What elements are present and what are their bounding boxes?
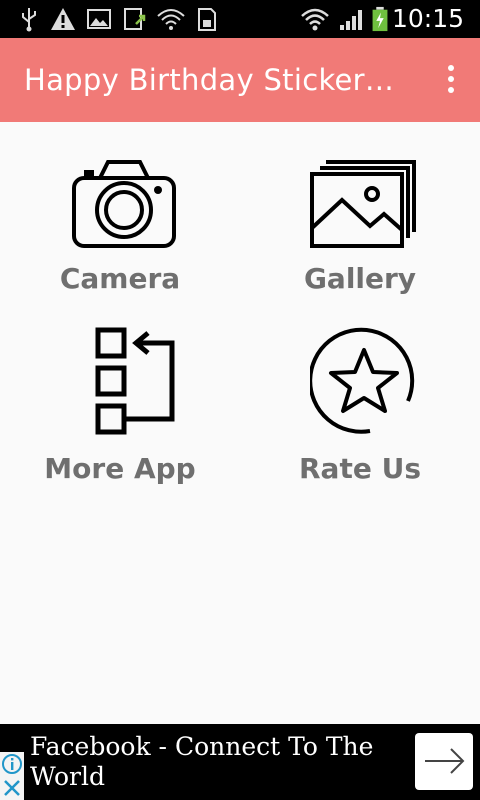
rate-us-button[interactable]: Rate Us xyxy=(260,326,460,486)
status-bar: 10:15 xyxy=(0,0,480,38)
clock: 10:15 xyxy=(391,4,464,33)
gallery-label: Gallery xyxy=(303,262,417,295)
sd-card-icon xyxy=(198,8,216,31)
ad-open-button[interactable] xyxy=(415,733,473,790)
image-icon xyxy=(87,9,111,29)
arrow-right-icon xyxy=(425,748,465,774)
ad-choices-strip xyxy=(0,752,24,800)
warning-icon xyxy=(51,8,75,30)
wifi-lock-icon xyxy=(157,9,185,30)
info-icon[interactable] xyxy=(0,752,24,776)
camera-icon xyxy=(72,160,176,248)
ad-text[interactable]: Facebook - Connect To The World xyxy=(30,732,400,792)
app-title: Happy Birthday Stickers P... xyxy=(24,63,402,97)
gallery-button[interactable]: Gallery xyxy=(260,158,460,318)
usb-icon xyxy=(22,8,36,32)
signal-icon xyxy=(340,10,362,30)
more-apps-label: More App xyxy=(44,452,196,485)
overflow-dot xyxy=(448,65,454,71)
wifi-icon xyxy=(301,8,329,31)
battery-charging-icon xyxy=(372,6,388,32)
gallery-icon xyxy=(310,160,416,248)
camera-button[interactable]: Camera xyxy=(20,158,220,318)
rate-us-label: Rate Us xyxy=(299,452,421,485)
more-apps-button[interactable]: More App xyxy=(20,326,220,486)
download-icon xyxy=(124,8,146,30)
ad-banner[interactable]: Facebook - Connect To The World xyxy=(0,724,480,800)
more-apps-icon xyxy=(95,327,175,435)
overflow-menu-button[interactable] xyxy=(440,62,462,98)
camera-label: Camera xyxy=(59,262,181,295)
app-bar: Happy Birthday Stickers P... xyxy=(0,38,480,122)
star-icon xyxy=(310,327,415,434)
overflow-dot xyxy=(448,87,454,93)
close-icon[interactable] xyxy=(0,776,24,800)
overflow-dot xyxy=(448,76,454,82)
